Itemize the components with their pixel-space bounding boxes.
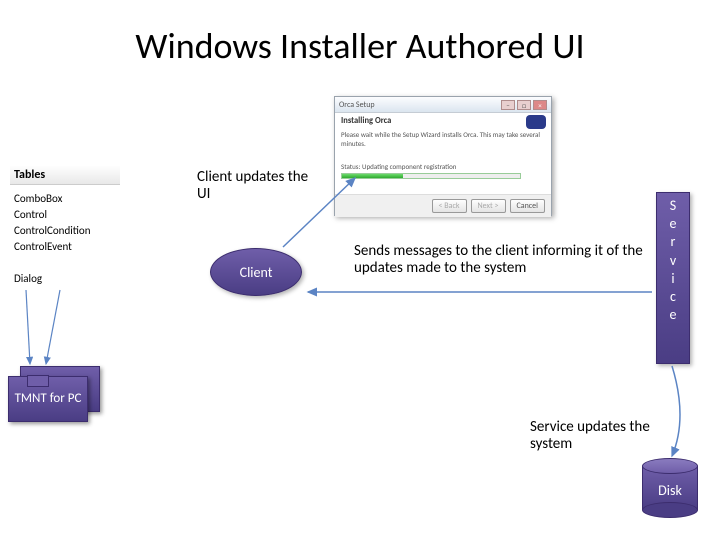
table-row <box>10 255 120 271</box>
table-row: Control <box>10 207 120 223</box>
tables-panel: Tables ComboBox Control ControlCondition… <box>10 166 120 287</box>
table-row: Dialog <box>10 271 120 287</box>
wizard-footer: < Back Next > Cancel <box>335 195 551 217</box>
label-service-updates: Service updates the system <box>530 419 650 454</box>
service-letter: v <box>670 252 676 270</box>
wizard-window-title: Orca Setup <box>339 100 375 110</box>
maximize-icon[interactable]: □ <box>517 100 531 110</box>
wizard-status-value: Updating component registration <box>362 162 456 171</box>
back-button[interactable]: < Back <box>432 199 467 213</box>
package-box-front: TMNT for PC <box>8 376 88 422</box>
product-icon <box>526 115 546 129</box>
service-letter: e <box>670 306 677 324</box>
client-node: Client <box>210 248 302 296</box>
tables-header: Tables <box>10 166 120 185</box>
disk-label: Disk <box>642 482 698 499</box>
service-letter: c <box>670 288 676 306</box>
service-letter: i <box>671 270 674 288</box>
service-letter: r <box>671 233 676 251</box>
wizard-subtext: Please wait while the Setup Wizard insta… <box>341 130 545 148</box>
wizard-heading: Installing Orca <box>341 116 545 126</box>
wizard-status: Status: Updating component registration <box>341 162 545 171</box>
close-icon[interactable]: × <box>533 100 547 110</box>
table-row: ComboBox <box>10 191 120 207</box>
wizard-titlebar: Orca Setup – □ × <box>335 97 551 113</box>
package-label: TMNT for PC <box>15 392 82 407</box>
service-letter: e <box>670 215 677 233</box>
installer-wizard-window: Orca Setup – □ × Installing Orca Please … <box>334 96 552 216</box>
disk-node: Disk <box>642 458 698 518</box>
package-box: TMNT for PC <box>8 366 100 422</box>
table-row: ControlEvent <box>10 239 120 255</box>
service-node: S e r v i c e <box>656 192 690 364</box>
slide-title: Windows Installer Authored UI <box>0 24 720 68</box>
label-sends-messages: Sends messages to the client informing i… <box>354 243 644 278</box>
wizard-status-label: Status: <box>341 162 360 171</box>
label-client-updates: Client updates the UI <box>197 169 317 204</box>
client-label: Client <box>240 264 273 281</box>
cancel-button[interactable]: Cancel <box>510 199 546 213</box>
progress-bar <box>341 173 521 179</box>
table-row: ControlCondition <box>10 223 120 239</box>
next-button[interactable]: Next > <box>471 199 506 213</box>
wizard-body: Installing Orca Please wait while the Se… <box>335 113 551 195</box>
service-letter: S <box>670 197 676 215</box>
minimize-icon[interactable]: – <box>501 100 515 110</box>
